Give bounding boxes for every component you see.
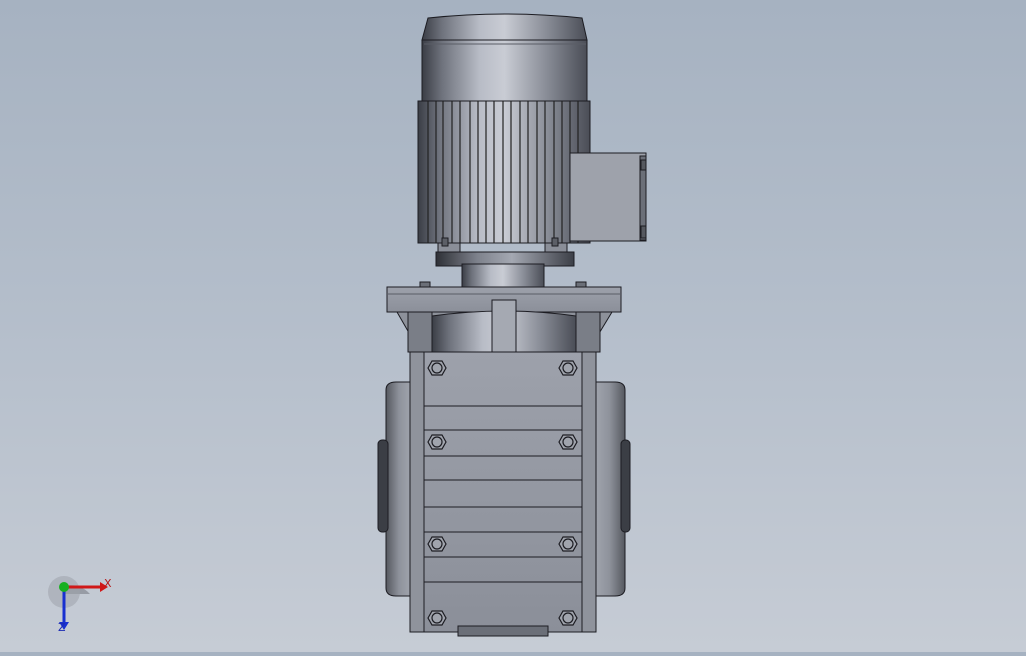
z-axis-label: Z xyxy=(58,621,66,634)
orientation-triad[interactable] xyxy=(40,570,130,640)
graphics-viewport[interactable] xyxy=(0,0,1026,652)
gearmotor-model[interactable] xyxy=(0,0,1026,652)
motor-stator-housing xyxy=(417,100,591,244)
gearbox-housing xyxy=(409,351,597,637)
terminal-box xyxy=(569,152,647,242)
gearbox-input-flange xyxy=(386,286,622,355)
y-axis-icon xyxy=(59,582,69,592)
motor-fan-cover xyxy=(421,13,588,103)
x-axis-label: X xyxy=(104,577,112,590)
motor-adapter xyxy=(419,251,587,289)
